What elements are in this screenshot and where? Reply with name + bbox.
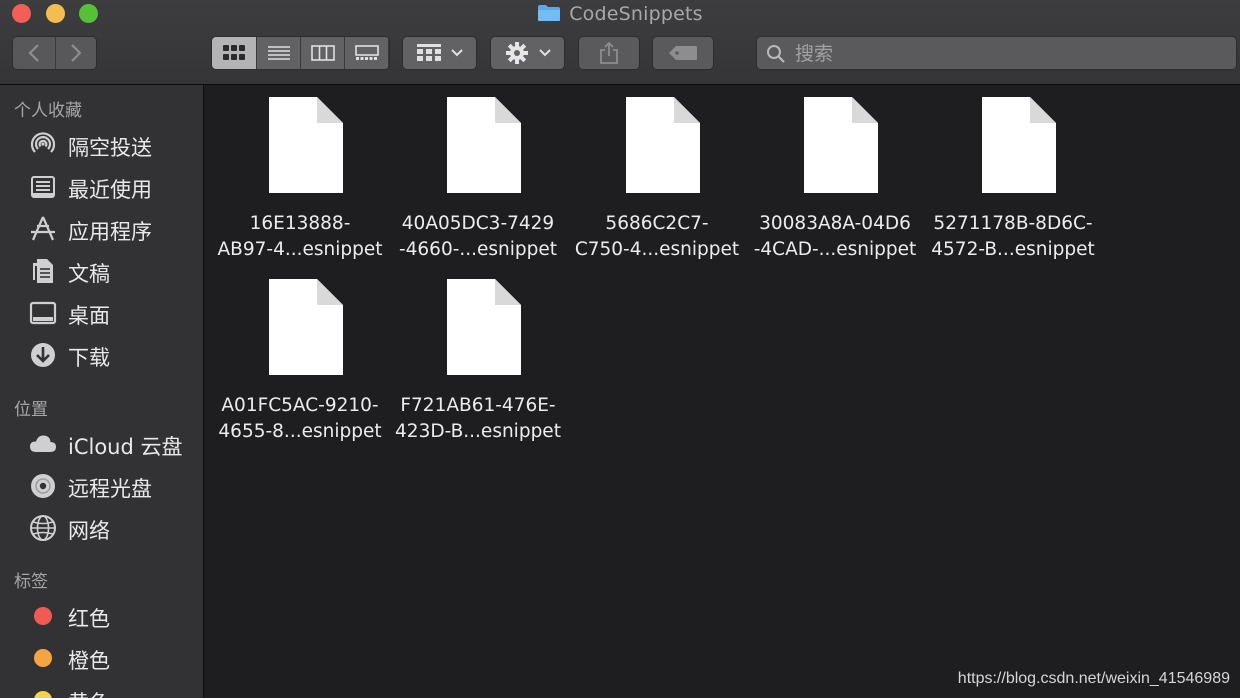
chevron-right-icon bbox=[70, 44, 82, 62]
search-icon bbox=[767, 45, 785, 63]
column-view-button[interactable] bbox=[300, 37, 344, 69]
column-view-icon bbox=[310, 45, 335, 61]
file-item[interactable]: 40A05DC3-7429 -4660-...esnippet bbox=[389, 85, 567, 265]
sidebar-item-documents[interactable]: 文稿 bbox=[0, 253, 203, 289]
document-icon bbox=[447, 279, 521, 375]
file-name: A01FC5AC-9210- 4655-8...esnippet bbox=[218, 395, 382, 442]
tag-color-dot bbox=[28, 601, 58, 631]
sidebar-item-label: 网络 bbox=[68, 519, 110, 543]
search-input[interactable] bbox=[793, 37, 1227, 71]
documents-icon bbox=[28, 256, 58, 286]
folder-icon bbox=[538, 5, 561, 21]
gallery-view-icon bbox=[354, 45, 379, 60]
desktop-icon bbox=[28, 298, 58, 328]
sidebar-item-label: 应用程序 bbox=[68, 220, 152, 244]
applications-icon bbox=[28, 214, 58, 244]
file-item[interactable]: 30083A8A-04D6 -4CAD-...esnippet bbox=[746, 85, 924, 265]
sidebar-tag-red[interactable]: 红色 bbox=[0, 598, 203, 634]
toolbar: CodeSnippets bbox=[0, 0, 1240, 85]
window-title-text: CodeSnippets bbox=[569, 3, 703, 25]
sidebar-item-label: 红色 bbox=[68, 607, 110, 631]
remote-disc-icon bbox=[28, 471, 58, 501]
back-button[interactable] bbox=[13, 37, 55, 69]
chevron-down-icon bbox=[538, 49, 551, 57]
airdrop-icon bbox=[28, 130, 58, 160]
sidebar-item-recents[interactable]: 最近使用 bbox=[0, 169, 203, 205]
chevron-left-icon bbox=[28, 44, 39, 62]
file-item[interactable]: 5686C2C7- C750-4...esnippet bbox=[568, 85, 746, 265]
document-icon bbox=[447, 97, 521, 193]
icloud-icon bbox=[28, 429, 58, 459]
watermark-text: https://blog.csdn.net/weixin_41546989 bbox=[957, 670, 1230, 687]
sidebar-item-label: 橙色 bbox=[68, 649, 110, 673]
sidebar-item-label: 桌面 bbox=[68, 304, 110, 328]
sidebar-item-network[interactable]: 网络 bbox=[0, 510, 203, 546]
file-name: 30083A8A-04D6 -4CAD-...esnippet bbox=[753, 213, 917, 260]
locations-section-title: 位置 bbox=[14, 400, 48, 420]
sidebar-item-applications[interactable]: 应用程序 bbox=[0, 211, 203, 247]
tag-color-dot bbox=[28, 685, 58, 698]
sidebar-item-label: 文稿 bbox=[68, 262, 110, 286]
sidebar-item-desktop[interactable]: 桌面 bbox=[0, 295, 203, 331]
sidebar-item-label: iCloud 云盘 bbox=[68, 435, 183, 459]
gallery-view-button[interactable] bbox=[344, 37, 388, 69]
forward-button[interactable] bbox=[54, 37, 96, 69]
share-icon bbox=[600, 41, 618, 64]
recents-icon bbox=[28, 172, 58, 202]
sidebar-item-airdrop[interactable]: 隔空投送 bbox=[0, 127, 203, 163]
edit-tags-button[interactable] bbox=[652, 36, 714, 70]
view-mode-control bbox=[211, 36, 390, 70]
window-title: CodeSnippets bbox=[0, 3, 1240, 25]
file-name: 5271178B-8D6C- 4572-B...esnippet bbox=[931, 213, 1095, 260]
sidebar-item-label: 隔空投送 bbox=[68, 136, 152, 160]
sidebar-item-label: 远程光盘 bbox=[68, 477, 152, 501]
file-icon-grid: 16E13888- AB97-4...esnippet 40A05DC3-742… bbox=[204, 85, 1240, 698]
document-icon bbox=[982, 97, 1056, 193]
icon-view-button[interactable] bbox=[212, 37, 256, 69]
file-name: F721AB61-476E- 423D-B...esnippet bbox=[395, 395, 561, 442]
sidebar-item-label: 最近使用 bbox=[68, 178, 152, 202]
tag-icon bbox=[669, 46, 697, 60]
document-icon bbox=[804, 97, 878, 193]
sidebar-item-downloads[interactable]: 下载 bbox=[0, 337, 203, 373]
file-item[interactable]: 5271178B-8D6C- 4572-B...esnippet bbox=[924, 85, 1102, 265]
sidebar-item-icloud[interactable]: iCloud 云盘 bbox=[0, 426, 203, 462]
file-name: 40A05DC3-7429 -4660-...esnippet bbox=[398, 213, 558, 260]
icon-view-icon bbox=[223, 45, 245, 60]
tags-section-title: 标签 bbox=[14, 572, 48, 592]
file-name: 16E13888- AB97-4...esnippet bbox=[217, 213, 383, 260]
document-icon bbox=[269, 279, 343, 375]
document-icon bbox=[269, 97, 343, 193]
list-view-icon bbox=[267, 46, 290, 60]
search-field[interactable] bbox=[756, 36, 1237, 71]
file-item[interactable]: F721AB61-476E- 423D-B...esnippet bbox=[389, 267, 567, 447]
group-grid-icon bbox=[416, 44, 441, 61]
file-item[interactable]: A01FC5AC-9210- 4655-8...esnippet bbox=[211, 267, 389, 447]
sidebar-item-label: 下载 bbox=[68, 346, 110, 370]
share-button[interactable] bbox=[578, 36, 640, 70]
sidebar-tag-orange[interactable]: 橙色 bbox=[0, 640, 203, 676]
sidebar-item-label: 黄色 bbox=[68, 687, 110, 698]
sidebar-item-remote-disc[interactable]: 远程光盘 bbox=[0, 468, 203, 504]
gear-icon bbox=[505, 42, 528, 64]
sidebar: 个人收藏 隔空投送 最近使用 应用程序 文稿 桌面 下载 位置 iCloud 云… bbox=[0, 85, 204, 698]
favorites-section-title: 个人收藏 bbox=[14, 101, 82, 121]
file-name: 5686C2C7- C750-4...esnippet bbox=[574, 213, 740, 260]
document-icon bbox=[626, 97, 700, 193]
network-icon bbox=[28, 513, 58, 543]
file-item[interactable]: 16E13888- AB97-4...esnippet bbox=[211, 85, 389, 265]
group-by-button[interactable] bbox=[402, 36, 477, 70]
action-menu-button[interactable] bbox=[490, 36, 565, 70]
chevron-down-icon bbox=[450, 49, 463, 57]
tag-color-dot bbox=[28, 643, 58, 673]
sidebar-tag-yellow[interactable]: 黄色 bbox=[0, 682, 203, 698]
downloads-icon bbox=[28, 340, 58, 370]
list-view-button[interactable] bbox=[256, 37, 300, 69]
history-navigation bbox=[12, 36, 97, 70]
